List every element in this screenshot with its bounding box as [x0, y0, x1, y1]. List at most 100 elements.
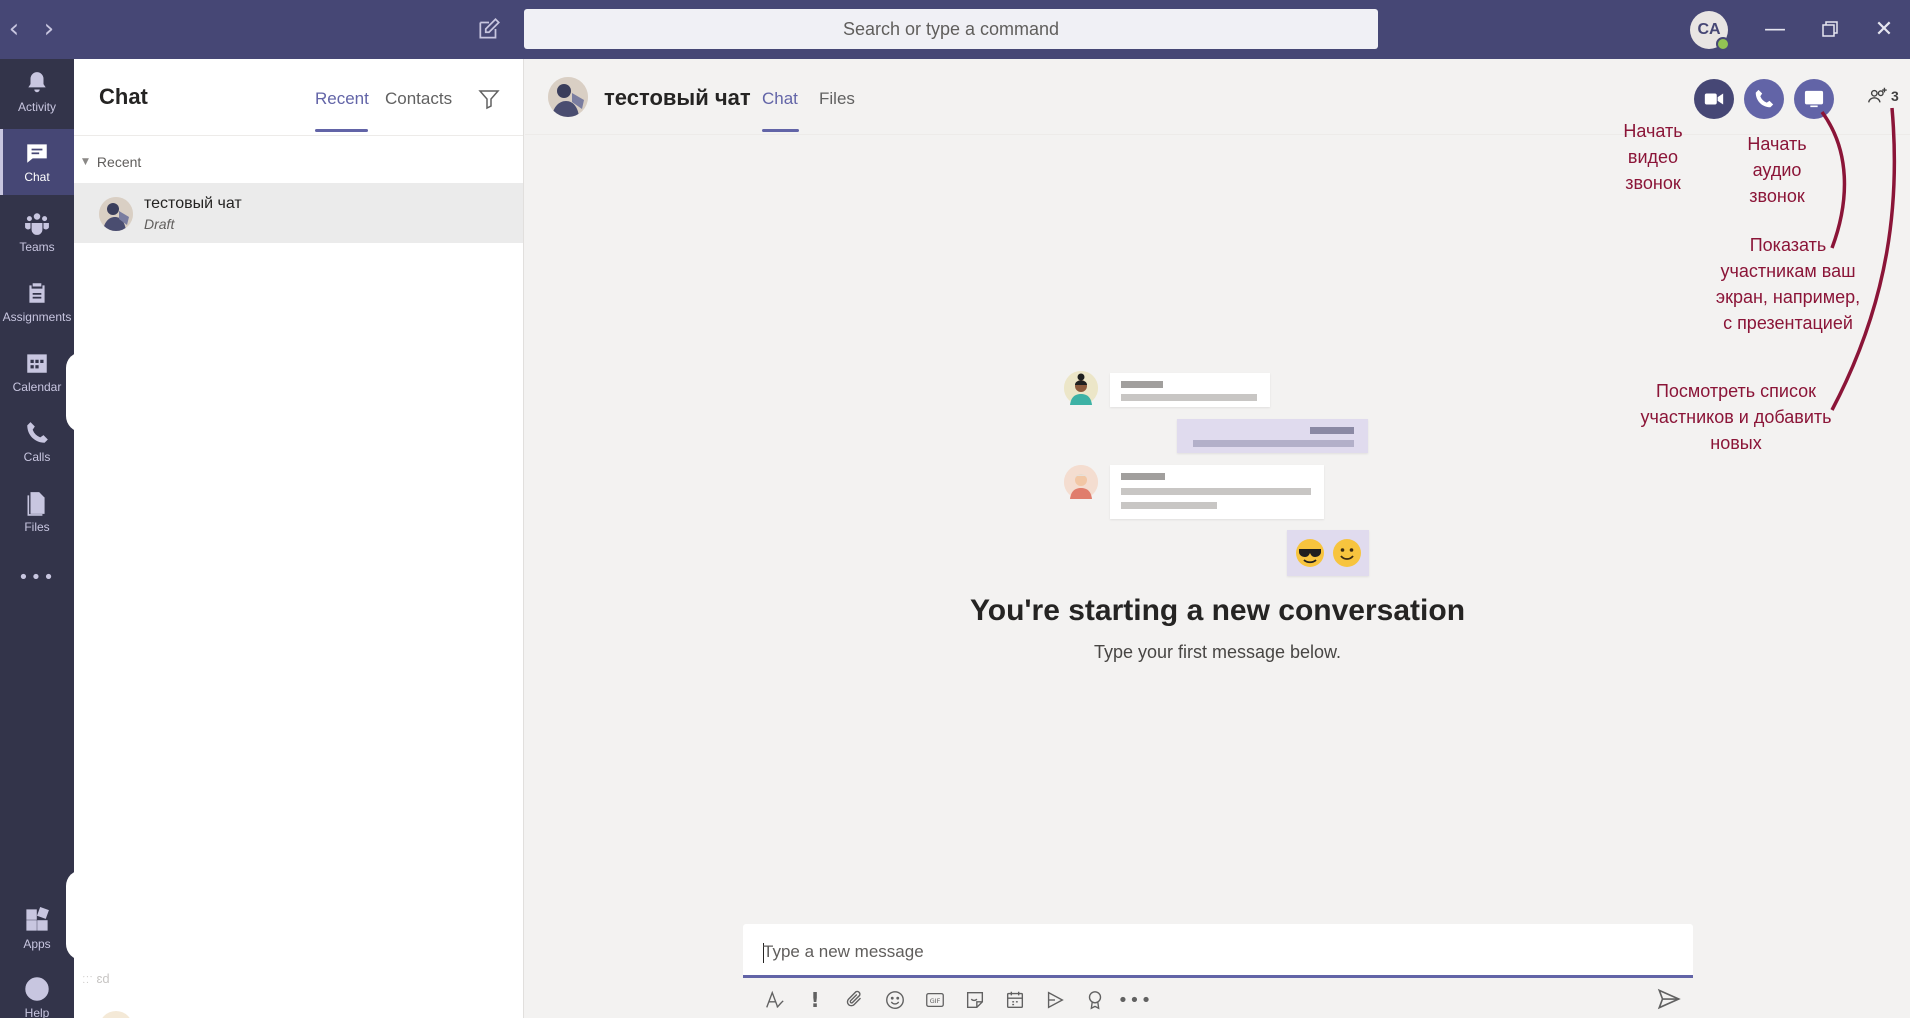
annotation-share-screen: Показать участникам ваш экран, например,…	[1698, 232, 1878, 336]
sample-message-bubble	[1110, 465, 1324, 519]
chat-name: тестовый чат	[144, 195, 242, 212]
important-icon[interactable]: !	[795, 985, 835, 1015]
bell-icon	[28, 72, 46, 93]
text-placeholder-bar	[1121, 394, 1257, 401]
sticker-icon[interactable]	[955, 985, 995, 1015]
rail-label: Calendar	[12, 380, 62, 394]
rail-label: Files	[24, 520, 50, 534]
rail-item-assignments[interactable]: Assignments	[0, 269, 74, 335]
empty-state-illustration	[1060, 365, 1380, 585]
more-icon: •••	[18, 566, 56, 588]
compose-icon[interactable]	[476, 16, 502, 42]
annotation-video-call: Начать видео звонок	[1600, 118, 1706, 196]
phone-icon	[27, 422, 48, 443]
composer-toolbar: ! GIF •••	[755, 985, 1155, 1015]
restore-icon[interactable]	[1815, 14, 1845, 44]
close-icon[interactable]: ✕	[1869, 14, 1899, 44]
rail-item-calendar[interactable]: Calendar	[0, 339, 74, 405]
text-placeholder-bar	[1121, 488, 1311, 495]
attach-icon[interactable]	[835, 985, 875, 1015]
video-call-button[interactable]	[1694, 79, 1734, 119]
empty-state-subtitle: Type your first message below.	[1093, 642, 1342, 662]
avatar	[548, 77, 588, 117]
sunglasses-emoji-icon	[1295, 539, 1324, 567]
text-placeholder-bar	[1193, 440, 1354, 447]
sample-message-bubble	[1110, 373, 1270, 407]
rail-item-calls[interactable]: Calls	[0, 409, 74, 475]
rail-label: Calls	[23, 450, 51, 464]
annotation-text: Начать аудио звонок	[1747, 134, 1807, 206]
active-tab-indicator	[762, 129, 799, 132]
send-icon	[1657, 988, 1681, 1010]
rail-label: Help	[24, 1006, 50, 1018]
sample-emoji-bubble	[1287, 530, 1369, 576]
text-placeholder-bar	[1121, 502, 1217, 509]
tab-recent[interactable]: Recent	[315, 89, 369, 109]
rail-label: Assignments	[2, 310, 72, 324]
section-header-collapsed: ːːˑ ɛd	[82, 971, 110, 986]
stream-icon[interactable]	[1035, 985, 1075, 1015]
message-input-placeholder: Type a new message	[763, 942, 924, 961]
list-item[interactable]: тестовый чат Draft	[74, 183, 523, 243]
app-rail: Activity Chat Teams Assignments Calendar…	[0, 59, 74, 1018]
decorative-edge	[66, 870, 82, 960]
send-button[interactable]	[1656, 986, 1686, 1016]
rail-label: Chat	[24, 170, 50, 184]
rail-item-apps[interactable]: Apps	[0, 896, 74, 962]
message-input[interactable]: Type a new message	[743, 924, 1693, 978]
tab-contacts[interactable]: Contacts	[385, 89, 452, 109]
chevron-right-icon[interactable]: ›	[37, 16, 61, 42]
search-input[interactable]: Search or type a command	[524, 9, 1378, 49]
chevron-down-icon: ▼	[82, 157, 89, 167]
gif-icon[interactable]: GIF	[915, 985, 955, 1015]
title-bar: ‹ › Search or type a command CA — ✕	[0, 0, 1910, 59]
rail-more-button[interactable]: •••	[0, 549, 74, 605]
rail-item-activity[interactable]: Activity	[0, 59, 74, 125]
rail-label: Activity	[17, 100, 56, 114]
rail-item-files[interactable]: Files	[0, 479, 74, 545]
calendar-icon	[27, 354, 47, 373]
chevron-left-icon[interactable]: ‹	[2, 16, 26, 42]
emoji-icon[interactable]	[875, 985, 915, 1015]
annotation-participants: Посмотреть список участников и добавить …	[1618, 378, 1854, 456]
teams-icon	[25, 213, 49, 235]
more-icon[interactable]: •••	[1115, 985, 1155, 1015]
section-header-recent[interactable]: ▼ Recent	[82, 154, 141, 170]
annotation-text: Посмотреть список участников и добавить …	[1640, 381, 1832, 453]
svg-text:GIF: GIF	[930, 997, 941, 1005]
meeting-icon[interactable]	[995, 985, 1035, 1015]
conversation-title: тестовый чат	[604, 85, 751, 110]
user-avatar[interactable]: CA	[1690, 11, 1730, 51]
rail-item-help[interactable]: Help	[0, 965, 74, 1018]
text-placeholder-bar	[1310, 427, 1354, 434]
rail-item-teams[interactable]: Teams	[0, 199, 74, 265]
smile-emoji-icon	[1332, 539, 1361, 567]
audio-call-button[interactable]	[1744, 79, 1784, 119]
share-screen-icon	[1804, 90, 1824, 108]
chat-preview: Draft	[144, 216, 175, 232]
share-screen-button[interactable]	[1794, 79, 1834, 119]
avatar	[1064, 371, 1098, 405]
sample-message-bubble	[1177, 419, 1368, 453]
presence-available-icon	[1716, 37, 1730, 51]
praise-icon[interactable]	[1075, 985, 1115, 1015]
annotation-audio-call: Начать аудио звонок	[1727, 131, 1827, 209]
divider	[74, 135, 523, 136]
decorative-edge	[66, 352, 82, 432]
chat-list-pane: Chat Recent Contacts ▼ Recent тестовый ч…	[74, 59, 524, 1018]
rail-item-chat[interactable]: Chat	[0, 129, 74, 195]
phone-icon	[1755, 89, 1774, 108]
annotation-text: Показать участникам ваш экран, например,…	[1715, 235, 1861, 333]
participants-button[interactable]: 3	[1867, 85, 1899, 107]
apps-icon	[26, 907, 49, 931]
text-placeholder-bar	[1121, 473, 1165, 480]
tab-files[interactable]: Files	[819, 89, 855, 109]
assignments-icon	[29, 283, 45, 303]
format-icon[interactable]	[755, 985, 795, 1015]
filter-icon[interactable]	[477, 87, 501, 111]
minimize-icon[interactable]: —	[1760, 14, 1790, 44]
search-placeholder: Search or type a command	[842, 18, 1060, 39]
section-label: Recent	[96, 154, 142, 170]
chat-list-title: Chat	[99, 84, 148, 109]
tab-chat[interactable]: Chat	[762, 89, 798, 109]
